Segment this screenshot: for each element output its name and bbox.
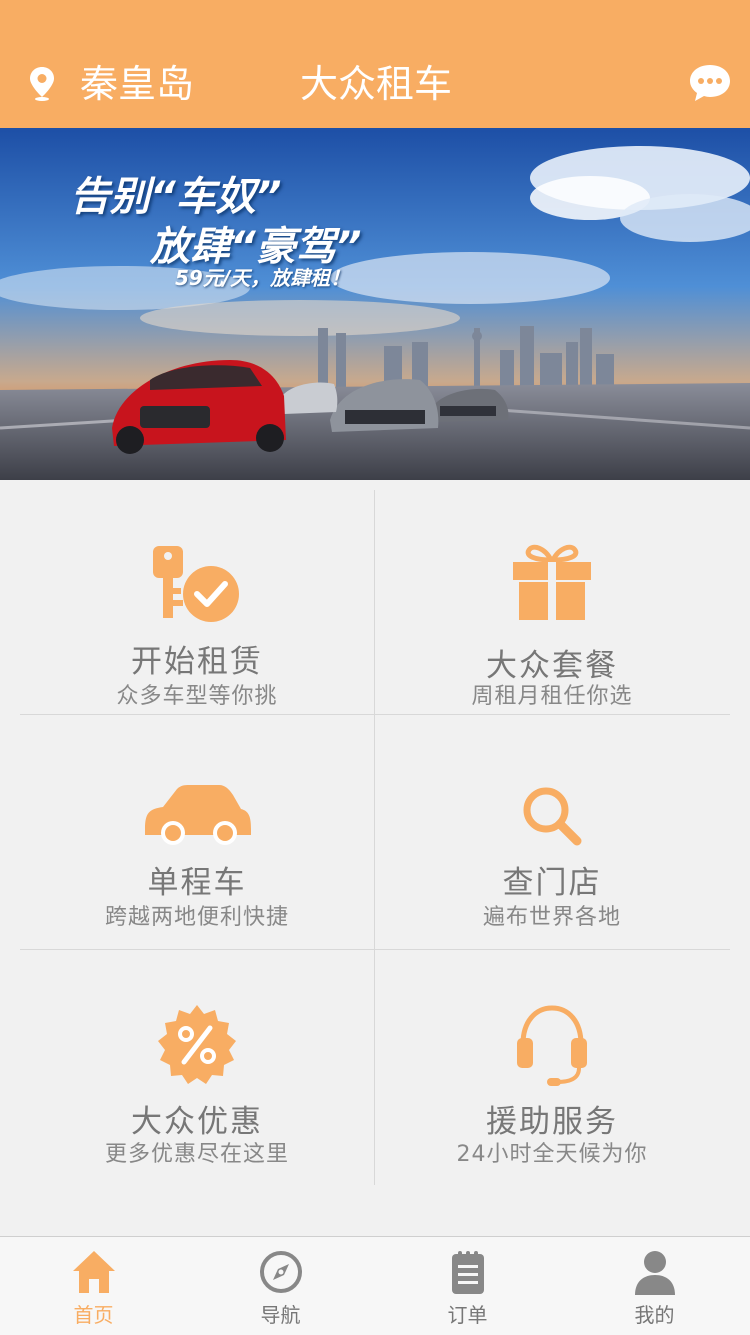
menu-subtitle: 周租月租任你选 [471, 684, 633, 709]
key-check-icon [153, 546, 239, 622]
menu-title: 查门店 [502, 865, 602, 901]
gift-icon [513, 544, 591, 620]
tab-navigation[interactable]: 导航 [187, 1237, 374, 1335]
feature-grid: 开始租赁 众多车型等你挑 大众套餐 周租月租任你选 单程车 跨越两地便利快捷 查… [20, 490, 730, 1185]
menu-title: 单程车 [147, 865, 247, 901]
tab-label: 我的 [634, 1303, 675, 1327]
tab-label: 首页 [73, 1303, 114, 1327]
page-title: 大众租车 [300, 62, 453, 106]
menu-title: 开始租赁 [131, 644, 263, 680]
headset-icon [517, 1005, 587, 1086]
promo-banner[interactable]: 告别“车奴” 放肆“豪驾” 59元/天，放肆租！ [0, 128, 750, 480]
city-selector[interactable]: 秦皇岛 [80, 60, 194, 108]
discount-badge-icon [158, 1005, 236, 1084]
menu-assistance[interactable]: 援助服务 24小时全天候为你 [375, 950, 729, 1185]
menu-one-way[interactable]: 单程车 跨越两地便利快捷 [20, 715, 374, 949]
menu-start-rental[interactable]: 开始租赁 众多车型等你挑 [20, 490, 374, 714]
search-icon [523, 787, 582, 846]
menu-packages[interactable]: 大众套餐 周租月租任你选 [375, 490, 729, 714]
menu-subtitle: 更多优惠尽在这里 [104, 1142, 289, 1167]
bottom-tab-bar: 首页 导航 订单 我的 [0, 1236, 750, 1335]
tab-home[interactable]: 首页 [0, 1237, 187, 1335]
menu-subtitle: 遍布世界各地 [482, 905, 621, 930]
menu-discounts[interactable]: 大众优惠 更多优惠尽在这里 [20, 950, 374, 1185]
user-icon [634, 1251, 675, 1295]
compass-icon [259, 1251, 302, 1293]
menu-title: 援助服务 [486, 1104, 618, 1140]
tab-label: 导航 [260, 1303, 301, 1327]
menu-subtitle: 众多车型等你挑 [116, 684, 278, 709]
menu-title: 大众优惠 [131, 1104, 263, 1140]
menu-subtitle: 24小时全天候为你 [456, 1142, 648, 1167]
banner-slogan-3: 59元/天，放肆租！ [175, 266, 351, 290]
top-bar: 秦皇岛 大众租车 [0, 0, 750, 128]
tab-orders[interactable]: 订单 [374, 1237, 561, 1335]
menu-find-store[interactable]: 查门店 遍布世界各地 [375, 715, 729, 949]
home-icon [72, 1251, 115, 1293]
chat-bubble-icon[interactable] [688, 62, 732, 104]
location-pin-icon[interactable] [28, 66, 56, 102]
clipboard-icon [451, 1251, 484, 1294]
tab-profile[interactable]: 我的 [561, 1237, 748, 1335]
tab-label: 订单 [447, 1303, 488, 1327]
menu-subtitle: 跨越两地便利快捷 [104, 905, 289, 930]
car-icon [145, 785, 251, 845]
